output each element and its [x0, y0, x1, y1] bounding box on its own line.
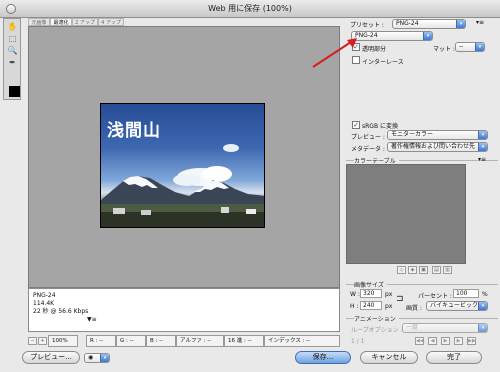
index-value: インデックス : --	[264, 335, 340, 347]
srgb-label: sRGB に変換	[362, 123, 398, 130]
quality-label: 画質 :	[406, 305, 422, 312]
last-frame-icon[interactable]: ▶▶	[467, 337, 476, 345]
tab-2-up[interactable]: 2 アップ	[72, 18, 98, 26]
hex-value: 16 進 : --	[224, 335, 264, 347]
red-arrow-annotation	[312, 38, 357, 68]
preview-profile-select[interactable]: モニターカラー ▾	[387, 130, 488, 140]
preview-image: 浅間山	[100, 103, 265, 228]
quality-select[interactable]: バイキュービック法 ▾	[426, 301, 488, 311]
info-download-time: 22 秒 @ 56.6 Kbps	[33, 308, 89, 315]
lock-color-icon[interactable]: ▣	[419, 266, 428, 274]
zoom-level-select[interactable]: 100%	[48, 335, 78, 347]
matte-value: --	[459, 43, 464, 50]
height-unit: px	[385, 303, 393, 310]
red-value: R : --	[86, 335, 116, 347]
browser-icon: ◉	[88, 354, 94, 361]
zoom-in-icon[interactable]: +	[38, 337, 47, 345]
chevron-down-icon: ▾	[478, 143, 487, 151]
loop-select[interactable]: 一度 ▾	[402, 323, 488, 333]
zoom-out-icon[interactable]: −	[28, 337, 37, 345]
width-unit: px	[385, 291, 393, 298]
preset-label: プリセット :	[350, 22, 384, 29]
color-table	[346, 164, 466, 264]
first-frame-icon[interactable]: ◀◀	[415, 337, 424, 345]
info-format: PNG-24	[33, 292, 56, 299]
preview-profile-value: モニターカラー	[391, 131, 434, 138]
preset-select[interactable]: PNG-24 ▾	[392, 19, 466, 29]
toolbox: ✋ ⬚ 🔍 ✒	[3, 18, 21, 100]
eyedropper-tool-icon[interactable]: ✒	[6, 57, 19, 68]
metadata-value: 著作権情報および問い合わせ先	[391, 143, 476, 150]
interlace-label: インターレース	[362, 59, 404, 66]
percent-label: パーセント :	[418, 293, 452, 300]
save-for-web-window: Web 用に保存 (100%) ✋ ⬚ 🔍 ✒ 元画像 最適化 2 アップ 4 …	[0, 0, 500, 372]
preview-button[interactable]: プレビュー...	[22, 351, 80, 364]
optimization-info: PNG-24 114.4K 22 秒 @ 56.6 Kbps ▼≡	[28, 288, 340, 332]
loop-value: 一度	[406, 324, 419, 331]
slice-select-tool-icon[interactable]: ⬚	[6, 33, 19, 44]
chevron-down-icon: ▾	[478, 302, 487, 310]
image-overlay-text: 浅間山	[107, 121, 161, 141]
constrain-proportions-icon[interactable]: ⊐	[396, 294, 404, 304]
color-table-menu-icon[interactable]: ▾≡	[478, 156, 486, 163]
animation-title: アニメーション	[354, 314, 399, 323]
width-label: W :	[350, 291, 360, 298]
alpha-value: アルファ : --	[176, 335, 224, 347]
done-button[interactable]: 完了	[426, 351, 482, 364]
srgb-checkbox[interactable]: ✓	[352, 121, 360, 129]
next-frame-icon[interactable]: ▶	[454, 337, 463, 345]
chevron-down-icon: ▾	[478, 324, 487, 332]
info-file-size: 114.4K	[33, 300, 55, 307]
image-size-title: 画像サイズ	[354, 280, 387, 289]
loop-label: ループオプション :	[351, 327, 403, 334]
green-value: G : --	[116, 335, 146, 347]
height-label: H :	[350, 303, 359, 310]
info-menu-icon[interactable]: ▼≡	[87, 316, 97, 324]
map-color-icon[interactable]: ◇	[397, 266, 406, 274]
format-select[interactable]: PNG-24 ▾	[351, 31, 433, 41]
chevron-down-icon: ▾	[456, 20, 465, 28]
save-button[interactable]: 保存...	[295, 351, 351, 364]
web-snap-icon[interactable]: ◈	[408, 266, 417, 274]
hand-tool-icon[interactable]: ✋	[6, 21, 19, 32]
eyedropper-color-swatch[interactable]	[9, 86, 20, 97]
tab-4-up[interactable]: 4 アップ	[98, 18, 124, 26]
new-color-icon[interactable]: ▤	[432, 266, 441, 274]
window-title: Web 用に保存 (100%)	[208, 4, 292, 13]
chevron-down-icon: ▾	[475, 43, 484, 51]
view-tabs: 元画像 最適化 2 アップ 4 アップ	[28, 18, 340, 26]
previous-frame-icon[interactable]: ◀	[428, 337, 437, 345]
matte-select[interactable]: -- ▾	[455, 42, 485, 52]
delete-color-icon[interactable]: ▥	[443, 266, 452, 274]
blue-value: B : --	[146, 335, 176, 347]
title-bar: Web 用に保存 (100%)	[0, 0, 500, 18]
tab-optimized[interactable]: 最適化	[50, 18, 72, 26]
frame-counter: 1 / 1	[351, 338, 365, 345]
play-icon[interactable]: ▶	[441, 337, 450, 345]
cancel-button[interactable]: キャンセル	[360, 351, 418, 364]
matte-label: マット :	[433, 46, 455, 53]
chevron-down-icon: ▾	[478, 131, 487, 139]
zoom-tool-icon[interactable]: 🔍	[6, 45, 19, 56]
chevron-down-icon: ▾	[423, 32, 432, 40]
width-input[interactable]: 320	[360, 289, 382, 298]
metadata-select[interactable]: 著作権情報および問い合わせ先 ▾	[387, 142, 488, 152]
settings-menu-icon[interactable]: ▾≡	[476, 19, 484, 26]
percent-unit: %	[482, 291, 488, 298]
chevron-down-icon: ▾	[100, 354, 109, 362]
quality-value: バイキュービック法	[430, 302, 485, 309]
percent-input[interactable]: 100	[453, 289, 479, 298]
metadata-label: メタデータ :	[351, 146, 385, 153]
preset-value: PNG-24	[396, 20, 419, 27]
height-input[interactable]: 240	[360, 301, 382, 310]
preview-label: プレビュー :	[351, 134, 385, 141]
browser-preview-select[interactable]: ◉ ▾	[84, 353, 110, 363]
tab-original[interactable]: 元画像	[28, 18, 50, 26]
transparency-label: 透明部分	[362, 46, 387, 53]
